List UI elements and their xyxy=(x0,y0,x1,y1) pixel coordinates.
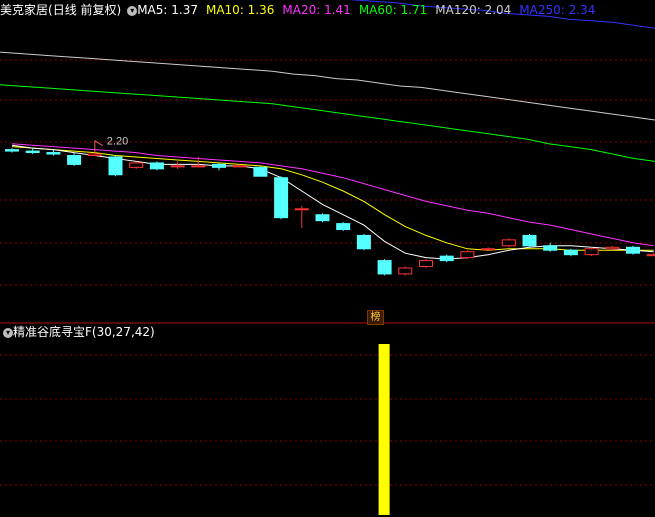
candle-body xyxy=(67,155,82,165)
ma120-line xyxy=(0,51,655,121)
candle-body xyxy=(149,162,164,170)
indicator-name[interactable]: 精准谷底寻宝F xyxy=(13,325,92,339)
ma-legend-item-ma5: MA5: 1.37 xyxy=(137,3,198,17)
ma-legend-item-ma10: MA10: 1.36 xyxy=(205,3,275,17)
candle-body xyxy=(170,165,185,168)
stock-name[interactable]: 美克家居 xyxy=(0,3,48,17)
candle-body xyxy=(294,208,309,211)
candle-body xyxy=(543,245,558,251)
rank-badge[interactable]: 榜 xyxy=(367,310,384,325)
ma20-line xyxy=(11,143,654,247)
ma-legend-item-ma120: MA120: 2.04 xyxy=(435,3,512,17)
candle-body xyxy=(87,153,102,157)
candle-body xyxy=(108,156,123,176)
high-marker-label: 2.20 xyxy=(107,136,128,148)
indicator-panel-header: ▾ 精准谷底寻宝F(30,27,42) xyxy=(0,322,155,342)
candle-body xyxy=(584,248,599,256)
candle-body xyxy=(5,149,19,152)
candle-body xyxy=(460,251,475,259)
signal-bar xyxy=(378,344,390,515)
ma10-line xyxy=(11,146,654,251)
ma-legend: MA5: 1.37 MA10: 1.36 MA20: 1.41 MA60: 1.71 M… xyxy=(137,3,603,17)
candle-body xyxy=(356,234,371,250)
candle-body xyxy=(646,254,655,257)
ma-legend-item-ma250: MA250: 2.34 xyxy=(519,3,596,17)
candle-body xyxy=(481,248,496,251)
period-label[interactable]: (日线 前复权) xyxy=(48,3,121,17)
candle-body xyxy=(522,234,537,247)
candle-body xyxy=(315,214,330,222)
candle-body xyxy=(377,260,392,275)
chevron-down-icon[interactable]: ▾ xyxy=(127,5,138,16)
candle-body xyxy=(336,223,351,231)
candle-body xyxy=(398,267,413,275)
candle-body xyxy=(212,163,226,168)
chevron-down-icon[interactable]: ▾ xyxy=(3,327,13,338)
chart-canvas[interactable]: 2.20 xyxy=(0,0,655,517)
indicator-params: (30,27,42) xyxy=(91,325,155,339)
candle-body xyxy=(274,177,289,219)
candle-body xyxy=(232,165,247,168)
candle-body xyxy=(191,165,206,168)
candle-body xyxy=(501,239,516,247)
candle-body xyxy=(46,152,61,155)
candle-body xyxy=(605,246,620,250)
candle-body xyxy=(626,246,640,254)
ma5-line xyxy=(11,144,654,260)
ma-legend-item-ma60: MA60: 1.71 xyxy=(358,3,428,17)
high-marker-arrow xyxy=(94,140,104,147)
candle-body xyxy=(129,162,144,168)
candle-body xyxy=(439,255,454,262)
candle-body xyxy=(253,166,268,177)
candle-body xyxy=(419,260,433,268)
candle-body xyxy=(25,150,40,154)
main-panel-header: 美克家居(日线 前复权) ▾ MA5: 1.37 MA10: 1.36 MA20: 1.… xyxy=(0,0,603,20)
candle-body xyxy=(563,249,578,256)
ma-legend-item-ma20: MA20: 1.41 xyxy=(282,3,351,17)
